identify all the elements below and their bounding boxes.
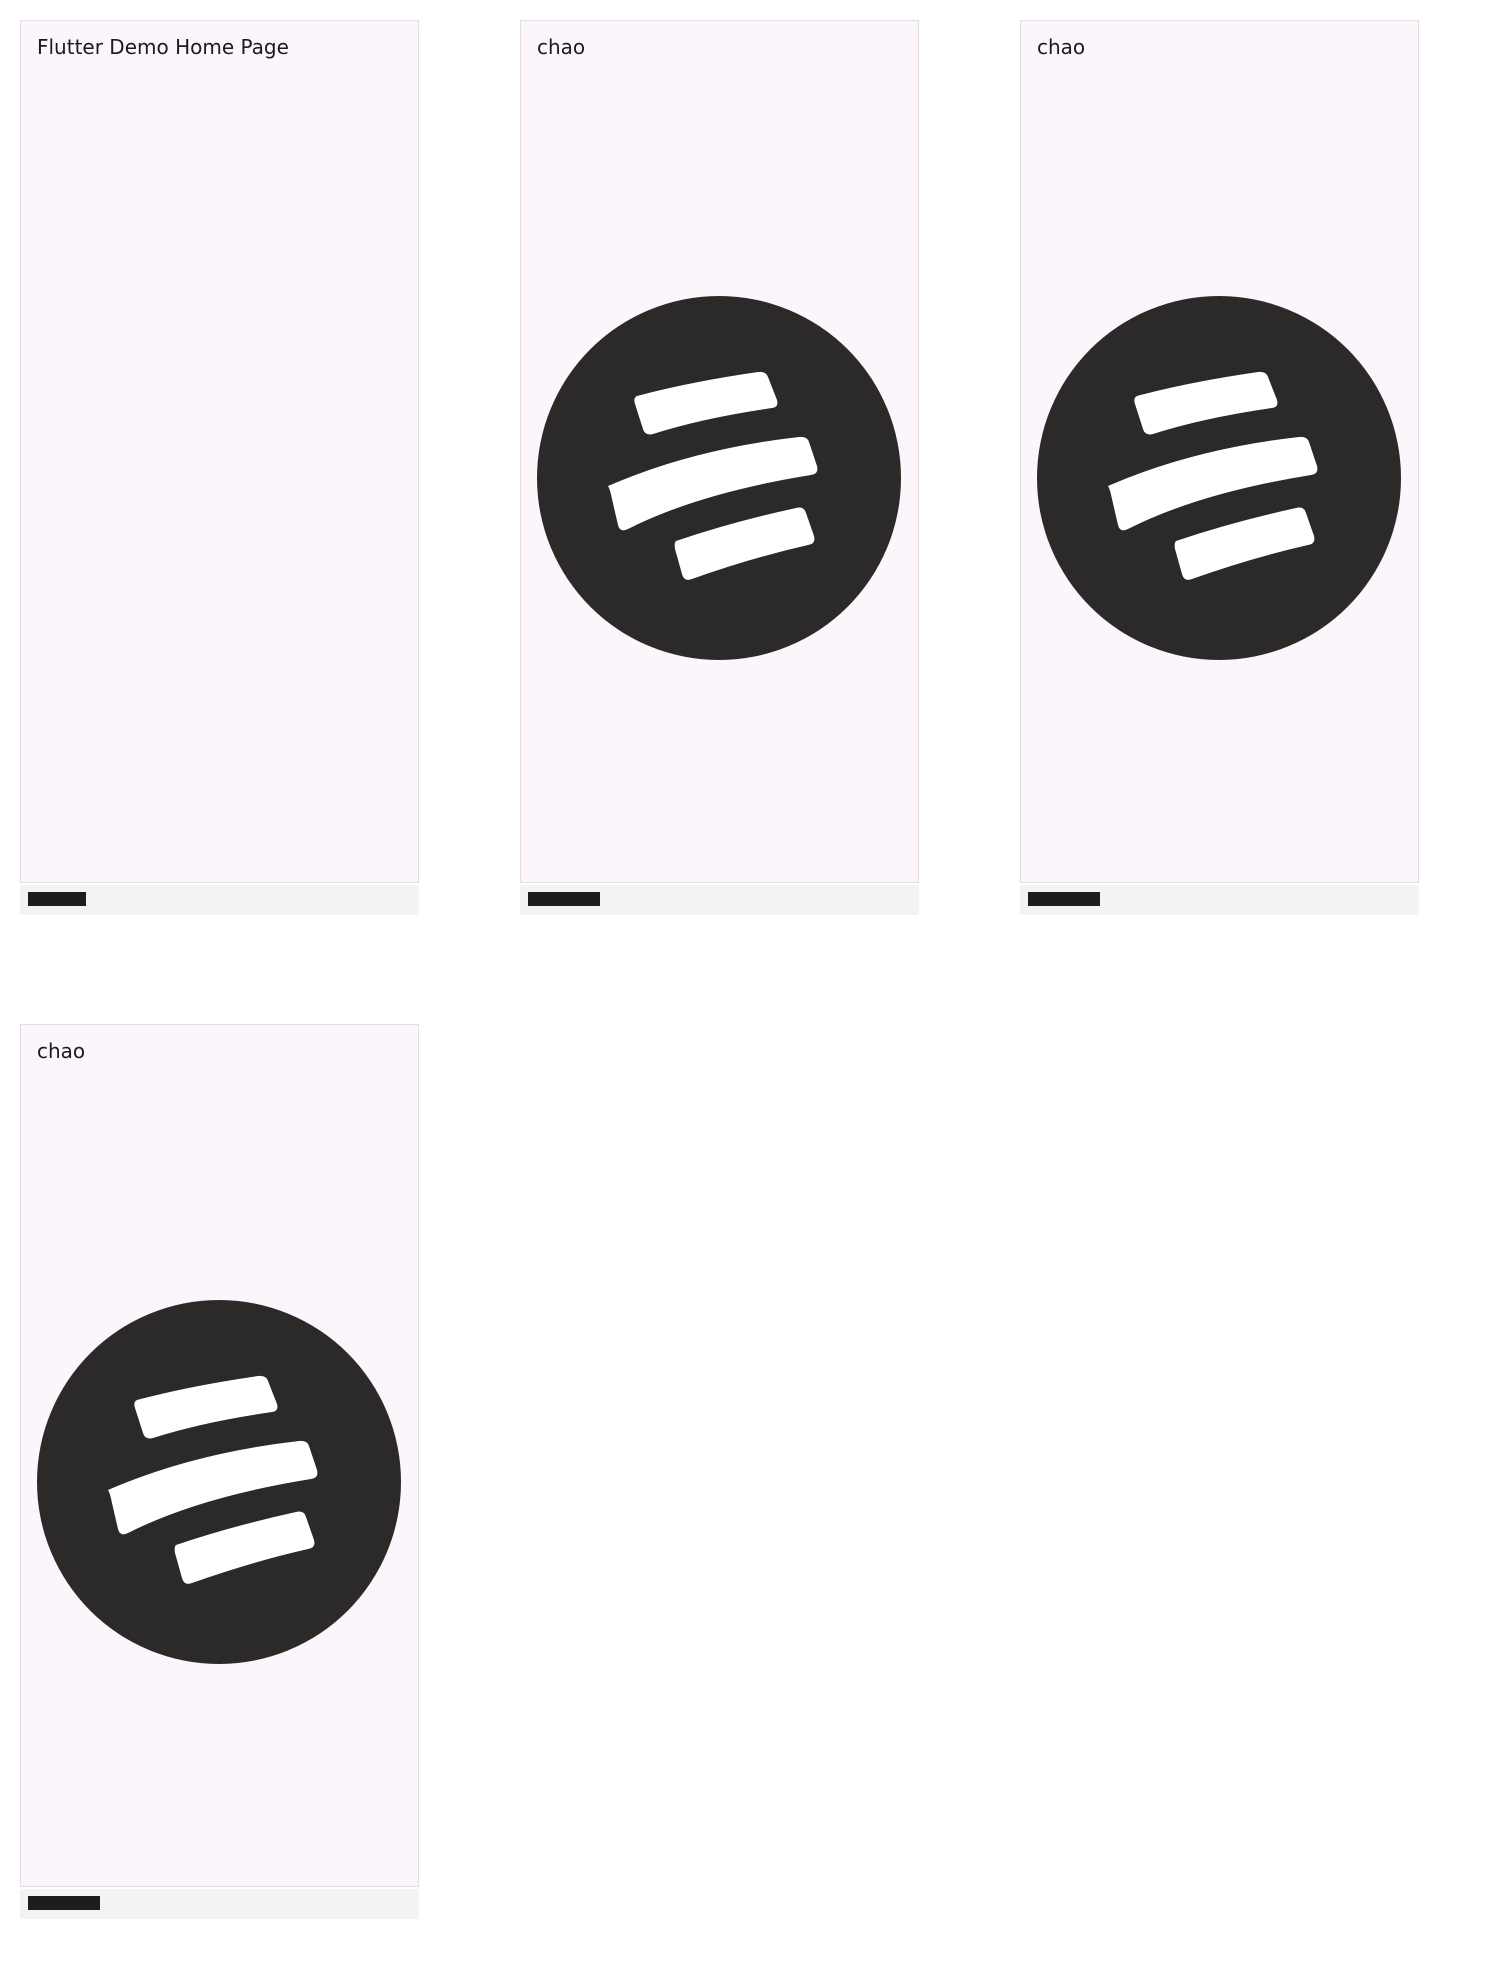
app-bar-title: chao bbox=[537, 35, 586, 59]
caption-bar bbox=[1020, 885, 1419, 915]
phone-frame: chao bbox=[20, 1024, 419, 1887]
caption-redacted-label bbox=[28, 1896, 100, 1910]
screenshot-gallery: Flutter Demo Home Page chao chao chao bbox=[0, 0, 1490, 1988]
screen-chao: chao bbox=[520, 20, 919, 915]
three-bars-circle-logo-icon bbox=[537, 296, 901, 660]
screen-chao: chao bbox=[1020, 20, 1419, 915]
phone-frame: Flutter Demo Home Page bbox=[20, 20, 419, 883]
three-bars-circle-logo-icon bbox=[1037, 296, 1401, 660]
phone-frame: chao bbox=[1020, 20, 1419, 883]
caption-bar bbox=[20, 885, 419, 915]
caption-bar bbox=[20, 1889, 419, 1919]
screen-home: Flutter Demo Home Page bbox=[20, 20, 419, 915]
caption-redacted-label bbox=[1028, 892, 1100, 906]
three-bars-circle-logo-icon bbox=[37, 1300, 401, 1664]
caption-redacted-label bbox=[528, 892, 600, 906]
screen-chao: chao bbox=[20, 1024, 419, 1919]
caption-redacted-label bbox=[28, 892, 86, 906]
app-bar-title: chao bbox=[37, 1039, 86, 1063]
app-bar-title: Flutter Demo Home Page bbox=[37, 35, 289, 59]
caption-bar bbox=[520, 885, 919, 915]
phone-frame: chao bbox=[520, 20, 919, 883]
app-bar-title: chao bbox=[1037, 35, 1086, 59]
